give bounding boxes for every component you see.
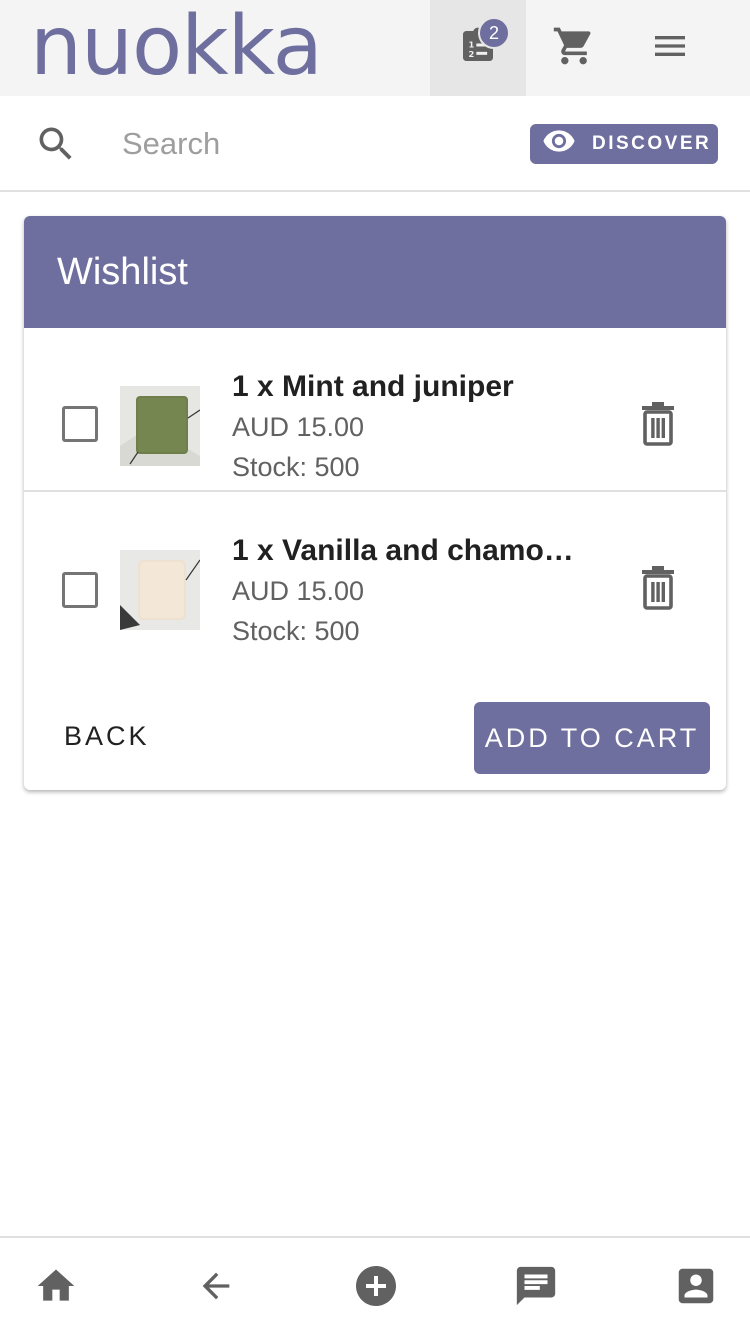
wishlist-item: 1 x Vanilla and chamo… AUD 15.00 Stock: … bbox=[24, 494, 726, 658]
notes-badge: 2 bbox=[478, 17, 510, 49]
notes-button[interactable]: 1 2 2 bbox=[430, 0, 526, 96]
menu-icon bbox=[650, 26, 690, 71]
menu-button[interactable] bbox=[622, 0, 718, 96]
delete-button[interactable] bbox=[636, 401, 680, 451]
wishlist-item: 1 x Mint and juniper AUD 15.00 Stock: 50… bbox=[24, 328, 726, 492]
eye-icon bbox=[542, 124, 592, 164]
discover-button[interactable]: DISCOVER bbox=[530, 124, 718, 164]
cart-button[interactable] bbox=[526, 0, 622, 96]
chat-icon bbox=[513, 1263, 559, 1314]
product-thumbnail[interactable] bbox=[120, 550, 200, 630]
item-checkbox[interactable] bbox=[62, 572, 98, 608]
back-button[interactable]: BACK bbox=[64, 721, 150, 752]
item-stock: Stock: 500 bbox=[232, 452, 360, 482]
wishlist-card: Wishlist 1 x Mint and juniper AUD 15.00 … bbox=[24, 216, 726, 790]
item-stock: Stock: 500 bbox=[232, 616, 360, 646]
logo[interactable]: nuokka bbox=[30, 4, 323, 90]
discover-label: DISCOVER bbox=[592, 133, 712, 154]
home-icon bbox=[34, 1264, 78, 1313]
product-thumbnail[interactable] bbox=[120, 386, 200, 466]
add-to-cart-button[interactable]: ADD TO CART bbox=[474, 702, 710, 774]
cart-icon bbox=[552, 24, 596, 73]
nav-back[interactable] bbox=[192, 1264, 240, 1312]
trash-icon bbox=[638, 565, 678, 615]
search-input[interactable] bbox=[122, 122, 502, 166]
add-circle-icon bbox=[352, 1262, 400, 1315]
item-price: AUD 15.00 bbox=[232, 412, 365, 442]
nav-account[interactable] bbox=[672, 1264, 720, 1312]
nav-add[interactable] bbox=[352, 1264, 400, 1312]
item-title[interactable]: 1 x Vanilla and chamo… bbox=[232, 534, 582, 568]
nav-chat[interactable] bbox=[512, 1264, 560, 1312]
wishlist-title: Wishlist bbox=[57, 250, 188, 293]
back-arrow-icon bbox=[196, 1266, 236, 1311]
nav-home[interactable] bbox=[32, 1264, 80, 1312]
trash-icon bbox=[638, 401, 678, 451]
bottom-navigation bbox=[0, 1236, 750, 1334]
delete-button[interactable] bbox=[636, 565, 680, 615]
search-icon[interactable] bbox=[34, 122, 78, 171]
item-title[interactable]: 1 x Mint and juniper bbox=[232, 370, 582, 404]
app-header: nuokka 1 2 2 bbox=[0, 0, 750, 96]
search-bar: DISCOVER bbox=[0, 96, 750, 192]
account-icon bbox=[673, 1263, 719, 1314]
wishlist-header: Wishlist bbox=[24, 216, 726, 328]
item-price: AUD 15.00 bbox=[232, 576, 365, 606]
item-checkbox[interactable] bbox=[62, 406, 98, 442]
svg-text:2: 2 bbox=[469, 48, 475, 58]
